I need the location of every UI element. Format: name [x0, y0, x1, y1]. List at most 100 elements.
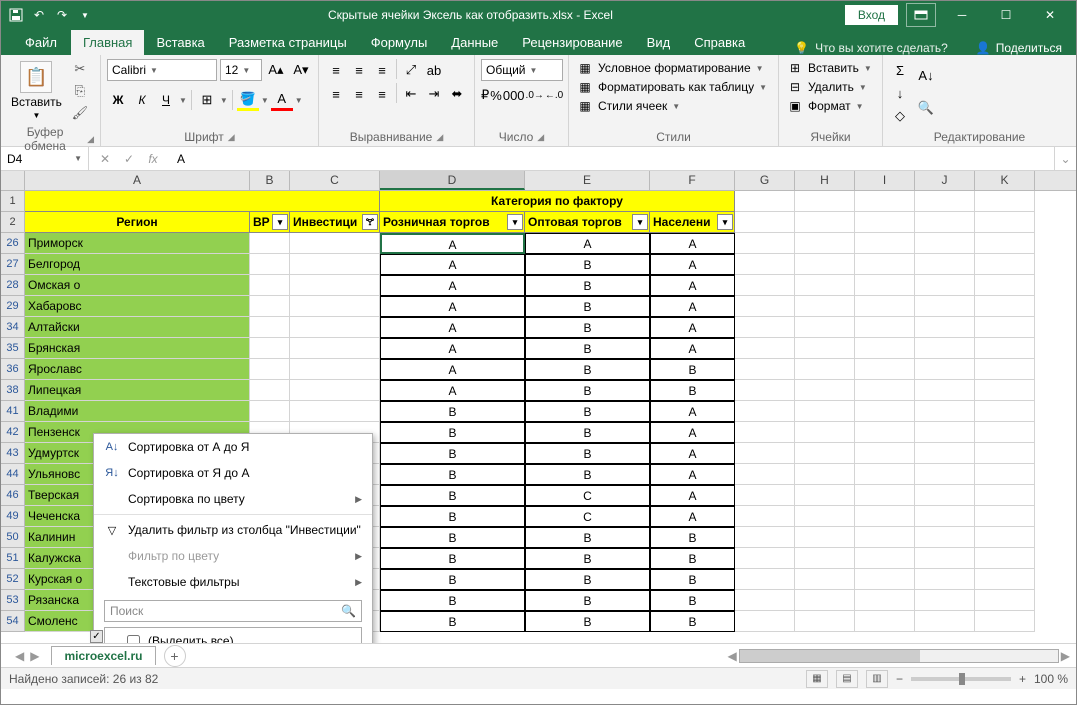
- col-header-B[interactable]: B: [250, 171, 290, 190]
- cell[interactable]: [735, 506, 795, 527]
- cell[interactable]: [975, 590, 1035, 611]
- cell[interactable]: B: [525, 569, 650, 590]
- tab-view[interactable]: Вид: [635, 30, 683, 55]
- sort-desc-item[interactable]: Я↓Сортировка от Я до А: [94, 460, 372, 486]
- cell[interactable]: [975, 485, 1035, 506]
- cell[interactable]: Розничная торгов▾: [380, 212, 525, 233]
- cell[interactable]: [915, 275, 975, 296]
- cell[interactable]: [855, 317, 915, 338]
- cell[interactable]: [975, 548, 1035, 569]
- cell[interactable]: [915, 380, 975, 401]
- cell[interactable]: A: [380, 380, 525, 401]
- cell[interactable]: B: [380, 548, 525, 569]
- copy-icon[interactable]: ⎘: [70, 81, 90, 101]
- horizontal-scrollbar[interactable]: [739, 649, 1059, 663]
- col-header-D[interactable]: D: [380, 171, 525, 190]
- italic-button[interactable]: К: [131, 89, 153, 111]
- filter-button[interactable]: 🝖: [362, 214, 378, 230]
- cell[interactable]: B: [525, 611, 650, 632]
- cell[interactable]: [915, 233, 975, 254]
- cell[interactable]: B: [380, 422, 525, 443]
- col-header-G[interactable]: G: [735, 171, 795, 190]
- cell[interactable]: [855, 611, 915, 632]
- col-header-H[interactable]: H: [795, 171, 855, 190]
- cell[interactable]: B: [525, 548, 650, 569]
- cell[interactable]: [855, 359, 915, 380]
- tab-insert[interactable]: Вставка: [144, 30, 216, 55]
- row-header[interactable]: 26: [1, 233, 25, 254]
- cell[interactable]: [795, 380, 855, 401]
- col-header-I[interactable]: I: [855, 171, 915, 190]
- col-header-K[interactable]: K: [975, 171, 1035, 190]
- align-middle-icon[interactable]: ≡: [348, 59, 370, 81]
- cell[interactable]: [915, 485, 975, 506]
- cell[interactable]: [795, 233, 855, 254]
- cell[interactable]: C: [525, 485, 650, 506]
- cell[interactable]: [795, 443, 855, 464]
- row-header[interactable]: 52: [1, 569, 25, 590]
- cell[interactable]: [975, 380, 1035, 401]
- cell[interactable]: [855, 506, 915, 527]
- percent-icon[interactable]: %: [490, 84, 502, 106]
- delete-cells-button[interactable]: ⊟Удалить▼: [785, 78, 876, 96]
- cell[interactable]: B: [650, 380, 735, 401]
- cell[interactable]: [855, 233, 915, 254]
- cell[interactable]: [795, 212, 855, 233]
- cell[interactable]: [795, 590, 855, 611]
- row-header[interactable]: 50: [1, 527, 25, 548]
- prev-sheet-icon[interactable]: ◀: [15, 649, 24, 663]
- cell[interactable]: [975, 611, 1035, 632]
- cell[interactable]: Инвестици🝖: [290, 212, 380, 233]
- filter-button[interactable]: ▾: [507, 214, 523, 230]
- cell[interactable]: [975, 464, 1035, 485]
- cell[interactable]: B: [380, 443, 525, 464]
- cell[interactable]: B: [380, 527, 525, 548]
- cell[interactable]: [975, 233, 1035, 254]
- cell[interactable]: [915, 569, 975, 590]
- chevron-down-icon[interactable]: ▼: [295, 96, 303, 105]
- cell[interactable]: [855, 380, 915, 401]
- filter-button[interactable]: ▾: [272, 214, 288, 230]
- cell[interactable]: Приморск: [25, 233, 250, 254]
- row-header[interactable]: 36: [1, 359, 25, 380]
- align-right-icon[interactable]: ≡: [371, 83, 393, 105]
- clear-icon[interactable]: ◇: [889, 105, 911, 127]
- format-as-table-button[interactable]: ▦Форматировать как таблицу▼: [575, 78, 772, 96]
- cell[interactable]: Владими: [25, 401, 250, 422]
- filter-button[interactable]: ▾: [717, 214, 733, 230]
- signin-button[interactable]: Вход: [845, 5, 898, 25]
- cell[interactable]: B: [650, 569, 735, 590]
- cell[interactable]: A: [650, 275, 735, 296]
- sheet-nav[interactable]: ◀▶: [15, 649, 39, 663]
- cell[interactable]: [735, 317, 795, 338]
- row-header[interactable]: 35: [1, 338, 25, 359]
- indent-inc-icon[interactable]: ⇥: [423, 83, 445, 105]
- cell[interactable]: [915, 590, 975, 611]
- cell[interactable]: [250, 233, 290, 254]
- cell[interactable]: A: [380, 254, 525, 275]
- cell[interactable]: [915, 296, 975, 317]
- cell[interactable]: B: [525, 422, 650, 443]
- align-top-icon[interactable]: ≡: [325, 59, 347, 81]
- enter-formula-icon[interactable]: ✓: [117, 148, 141, 170]
- redo-icon[interactable]: ↷: [51, 4, 73, 26]
- cell[interactable]: [250, 254, 290, 275]
- next-sheet-icon[interactable]: ▶: [30, 649, 39, 663]
- cell[interactable]: [735, 611, 795, 632]
- cell[interactable]: B: [650, 527, 735, 548]
- cell[interactable]: [735, 422, 795, 443]
- cell[interactable]: [735, 485, 795, 506]
- cell[interactable]: [855, 212, 915, 233]
- row-header[interactable]: 41: [1, 401, 25, 422]
- cell[interactable]: B: [525, 338, 650, 359]
- row-header[interactable]: 34: [1, 317, 25, 338]
- dialog-launcher-icon[interactable]: ◢: [537, 132, 544, 143]
- shrink-font-icon[interactable]: A▾: [290, 59, 312, 81]
- cell[interactable]: A: [650, 485, 735, 506]
- dialog-launcher-icon[interactable]: ◢: [436, 132, 443, 143]
- cell[interactable]: [735, 275, 795, 296]
- cell[interactable]: [735, 233, 795, 254]
- sort-color-item[interactable]: Сортировка по цвету▶: [94, 486, 372, 512]
- cell[interactable]: A: [650, 338, 735, 359]
- scroll-right-icon[interactable]: ▶: [1061, 649, 1070, 663]
